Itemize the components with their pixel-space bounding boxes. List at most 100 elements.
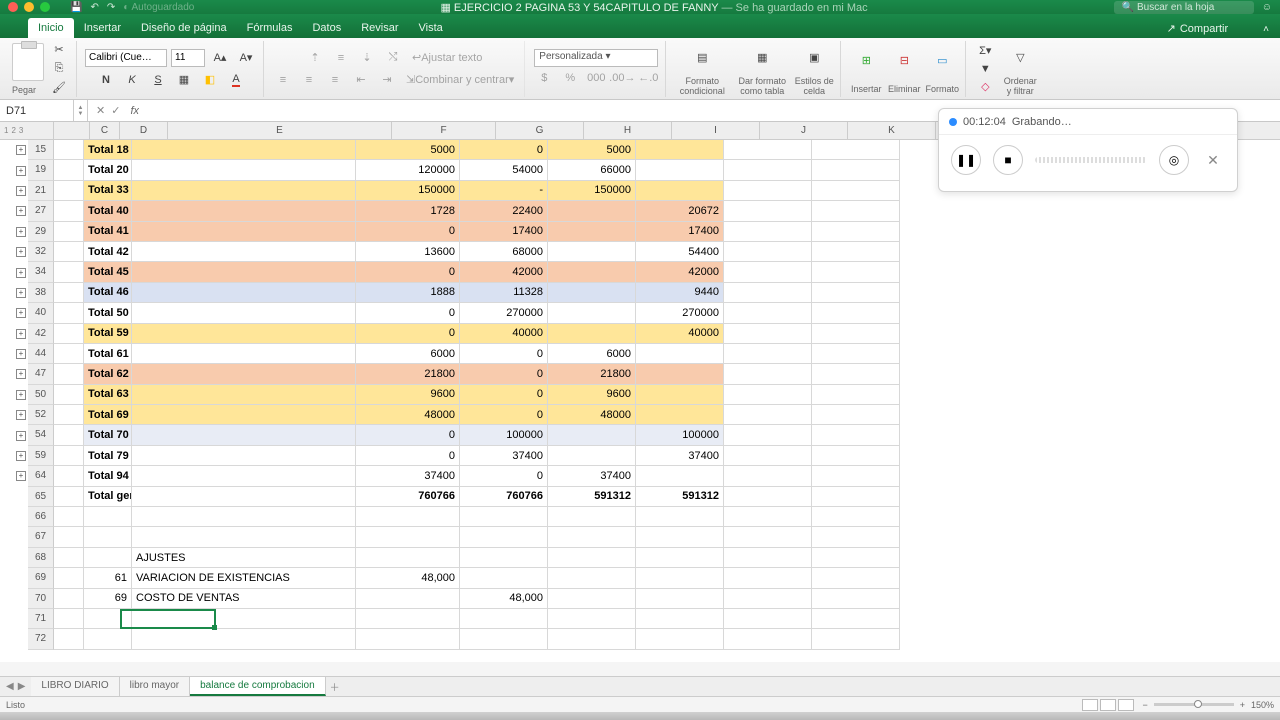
cell[interactable]: Total general xyxy=(84,487,132,507)
format-cells-icon[interactable]: ▭ xyxy=(925,44,959,78)
cell[interactable] xyxy=(724,568,812,588)
decrease-decimal-icon[interactable]: ←.0 xyxy=(637,67,659,89)
cell[interactable] xyxy=(54,487,84,507)
col-header-E[interactable]: E xyxy=(168,122,392,139)
cell[interactable] xyxy=(548,568,636,588)
account-icon[interactable]: ☺ xyxy=(1262,2,1272,13)
cell[interactable] xyxy=(132,629,356,649)
close-recording-panel[interactable]: ✕ xyxy=(1201,152,1225,169)
cell[interactable]: 9600 xyxy=(356,385,460,405)
cell[interactable] xyxy=(132,262,356,282)
cell[interactable] xyxy=(636,405,724,425)
cell[interactable] xyxy=(636,548,724,568)
cell[interactable]: 48,000 xyxy=(356,568,460,588)
name-box[interactable]: D71 xyxy=(0,100,74,121)
cell[interactable]: AJUSTES xyxy=(132,548,356,568)
cell[interactable]: 42000 xyxy=(460,262,548,282)
outline-expand-icon[interactable]: + xyxy=(16,268,26,278)
cell[interactable] xyxy=(132,181,356,201)
cell[interactable] xyxy=(84,548,132,568)
minimize-window[interactable] xyxy=(24,2,34,12)
font-family-select[interactable] xyxy=(85,49,167,67)
cell[interactable] xyxy=(54,344,84,364)
row-header[interactable]: 68 xyxy=(28,548,54,568)
cell[interactable] xyxy=(812,364,900,384)
cell[interactable] xyxy=(636,466,724,486)
row-header[interactable]: 69 xyxy=(28,568,54,588)
increase-decimal-icon[interactable]: .00→ xyxy=(611,67,633,89)
cell[interactable]: Total 62 xyxy=(84,364,132,384)
outline-expand-icon[interactable]: + xyxy=(16,166,26,176)
row-header[interactable]: 70 xyxy=(28,589,54,609)
cell[interactable]: Total 42 xyxy=(84,242,132,262)
row-header[interactable]: 50 xyxy=(28,385,54,405)
row-header[interactable]: 65 xyxy=(28,487,54,507)
sort-filter-icon[interactable]: ▽ xyxy=(1003,42,1037,74)
prev-sheet-icon[interactable]: ◀ xyxy=(6,681,14,692)
cancel-formula-icon[interactable]: ✕ xyxy=(96,104,105,117)
cell[interactable] xyxy=(636,344,724,364)
row-header[interactable]: 66 xyxy=(28,507,54,527)
accept-formula-icon[interactable]: ✓ xyxy=(111,104,120,117)
cell[interactable] xyxy=(132,160,356,180)
cell[interactable] xyxy=(132,446,356,466)
cell[interactable] xyxy=(724,589,812,609)
outline-expand-icon[interactable]: + xyxy=(16,451,26,461)
insert-cells-icon[interactable]: ⊞ xyxy=(849,44,883,78)
cell[interactable] xyxy=(356,609,460,629)
cell[interactable] xyxy=(132,609,356,629)
cell[interactable] xyxy=(812,385,900,405)
row-header[interactable]: 64 xyxy=(28,466,54,486)
cell[interactable]: 760766 xyxy=(356,487,460,507)
col-header-K[interactable]: K xyxy=(848,122,936,139)
cell[interactable] xyxy=(54,405,84,425)
cell[interactable] xyxy=(132,344,356,364)
cell[interactable] xyxy=(724,160,812,180)
outline-level-buttons[interactable]: 123 xyxy=(0,122,54,140)
cell[interactable]: 22400 xyxy=(460,201,548,221)
cell[interactable] xyxy=(356,548,460,568)
cell[interactable] xyxy=(548,303,636,323)
cell[interactable] xyxy=(84,609,132,629)
cell[interactable] xyxy=(812,405,900,425)
cell[interactable] xyxy=(636,140,724,160)
cell[interactable]: Total 46 xyxy=(84,283,132,303)
cell[interactable] xyxy=(54,385,84,405)
cell[interactable] xyxy=(548,425,636,445)
menu-tab-datos[interactable]: Datos xyxy=(302,18,351,38)
search-input[interactable]: 🔍 Buscar en la hoja xyxy=(1114,1,1254,14)
cell[interactable]: Total 94 xyxy=(84,466,132,486)
cell[interactable] xyxy=(724,283,812,303)
add-sheet-button[interactable]: ＋ xyxy=(326,679,344,694)
cell[interactable]: 150000 xyxy=(548,181,636,201)
col-header-D[interactable]: D xyxy=(120,122,168,139)
cell[interactable]: 1728 xyxy=(356,201,460,221)
cell[interactable]: Total 18 xyxy=(84,140,132,160)
align-right-icon[interactable]: ≡ xyxy=(324,69,346,91)
cell[interactable] xyxy=(724,629,812,649)
cell[interactable] xyxy=(636,609,724,629)
cell[interactable]: 150000 xyxy=(356,181,460,201)
next-sheet-icon[interactable]: ▶ xyxy=(18,681,26,692)
cell[interactable] xyxy=(812,324,900,344)
cell[interactable] xyxy=(54,527,84,547)
border-icon[interactable]: ▦ xyxy=(173,69,195,91)
cell[interactable] xyxy=(812,140,900,160)
cell[interactable] xyxy=(132,466,356,486)
row-header[interactable]: 52 xyxy=(28,405,54,425)
cell[interactable] xyxy=(724,222,812,242)
cell[interactable] xyxy=(54,283,84,303)
cell[interactable] xyxy=(812,589,900,609)
page-layout-view-icon[interactable] xyxy=(1100,699,1116,711)
cell[interactable] xyxy=(812,527,900,547)
cell[interactable]: 0 xyxy=(460,466,548,486)
cell[interactable] xyxy=(54,324,84,344)
cell[interactable] xyxy=(460,609,548,629)
spreadsheet-grid[interactable]: 123 CDEFGHIJK +15Total 18500005000+19Tot… xyxy=(0,122,1280,662)
row-header[interactable]: 47 xyxy=(28,364,54,384)
fill-color-icon[interactable]: ◧ xyxy=(199,69,221,91)
outline-expand-icon[interactable]: + xyxy=(16,288,26,298)
cell[interactable]: 0 xyxy=(460,385,548,405)
cell[interactable]: 21800 xyxy=(356,364,460,384)
cell[interactable] xyxy=(636,629,724,649)
